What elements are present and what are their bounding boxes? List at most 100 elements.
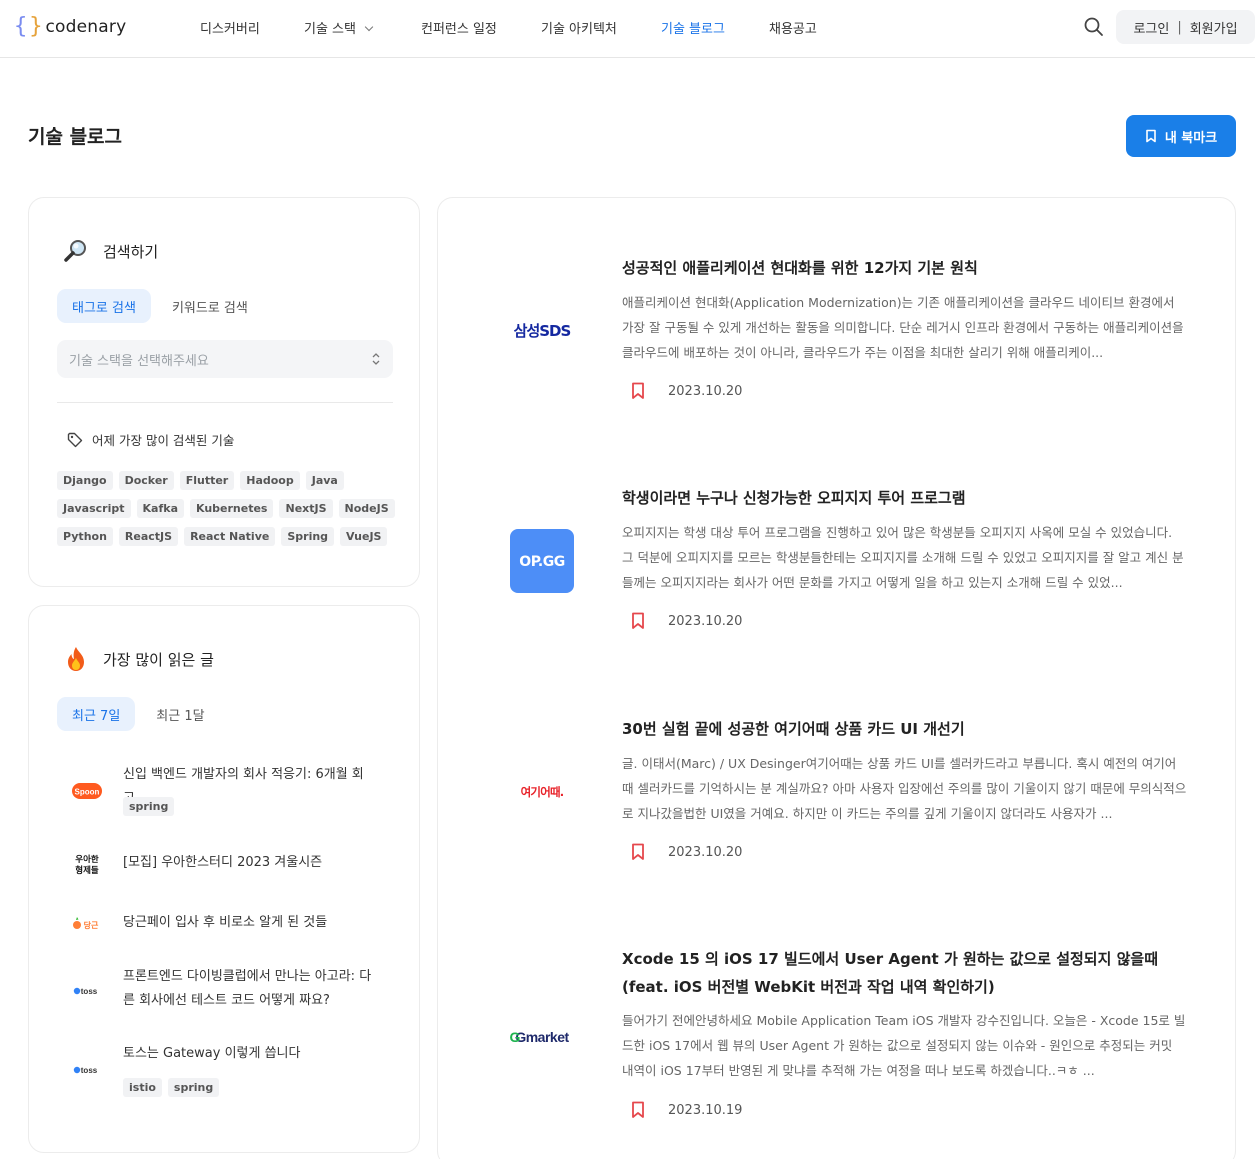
popular-post-item[interactable]: 우아한 형제들 [모집] 우아한스터디 2023 겨울시즌 [57,849,397,879]
popular-post-item[interactable]: 당근 당근페이 입사 후 비로소 알게 된 것들 [57,909,397,939]
post-description: 오피지지는 학생 대상 투어 프로그램을 진행하고 있어 많은 학생분들 오피지… [622,525,1184,590]
post-title[interactable]: 30번 실험 끝에 성공한 여기어때 상품 카드 UI 개선기 [622,715,1187,743]
search-divider [57,402,393,403]
opgg-logo: OP.GG [508,529,576,593]
tag-row-3: Python ReactJS React Native Spring VueJS [57,527,393,546]
tag-chip[interactable]: Kafka [136,499,184,518]
my-bookmark-label: 내 북마크 [1164,130,1218,146]
blog-post-card[interactable]: Gmarket G Xcode 15 의 iOS 17 빌드에서 User Age… [438,945,1237,1135]
tag-chip[interactable]: Python [57,527,113,546]
blog-feed: 삼성SDS 성공적인 애플리케이션 현대화를 위한 12가지 기본 원칙 애플리… [437,197,1236,1159]
tab-last-1-month[interactable]: 최근 1달 [141,697,219,731]
tag-chip[interactable]: NodeJS [338,499,395,518]
toss-logo-text: toss [81,1066,98,1075]
yesterday-top-tech-title: 어제 가장 많이 검색된 기술 [92,433,235,448]
tag-chip[interactable]: VueJS [340,527,388,546]
signup-button[interactable]: 회원가입 [1190,18,1238,37]
auth-buttons: 로그인 | 회원가입 [1116,10,1255,44]
period-tabs: 최근 7일 최근 1달 [57,697,226,731]
tag-chip[interactable]: Flutter [179,471,235,490]
tag-chip[interactable]: Kubernetes [190,499,274,518]
tab-keyword-search[interactable]: 키워드로 검색 [157,289,263,323]
nav-architecture[interactable]: 기술 아키텍처 [541,18,617,37]
tag-chip[interactable]: Java [305,471,344,490]
nav-tech-stack[interactable]: 기술 스택 [304,18,374,37]
tag-chip[interactable]: NextJS [279,499,333,518]
tag-chip[interactable]: Spring [281,527,335,546]
tab-last-7-days[interactable]: 최근 7일 [57,697,136,731]
blog-post-card[interactable]: OP.GG 학생이라면 누구나 신청가능한 오피지지 투어 프로그램 오피지지는… [438,484,1237,644]
woowahan-logo-text-2: 형제들 [75,865,99,876]
popular-post-tags: spring [123,797,180,816]
popular-post-item[interactable]: Spoon 신입 백엔드 개발자의 회사 적응기: 6개월 회고 spring [57,763,397,823]
tab-tag-search[interactable]: 태그로 검색 [57,289,151,323]
tag-row-2: Javascript Kafka Kubernetes NextJS NodeJ… [57,499,401,518]
blog-post-card[interactable]: 삼성SDS 성공적인 애플리케이션 현대화를 위한 12가지 기본 원칙 애플리… [438,254,1237,414]
bookmark-icon[interactable] [630,382,646,400]
nav-jobs[interactable]: 채용공고 [769,18,817,37]
bookmark-icon [1146,129,1156,143]
post-description: 들어가기 전에안녕하세요 Mobile Application Team iOS… [622,1013,1186,1078]
bookmark-icon[interactable] [630,843,646,861]
bookmark-icon[interactable] [630,1101,646,1119]
post-description: 글. 이태서(Marc) / UX Desinger여기어때는 상품 카드 UI… [622,756,1187,821]
post-meta: 2023.10.19 [630,1101,742,1119]
select-updown-icon [372,353,380,365]
tech-stack-select[interactable]: 기술 스택을 선택해주세요 [57,340,393,378]
search-tabs: 태그로 검색 키워드로 검색 [57,289,269,323]
tag-icon [67,432,83,447]
popular-panel-title: 가장 많이 읽은 글 [103,650,214,669]
post-description: 애플리케이션 현대화(Application Modernization)는 기… [622,295,1184,360]
gmarket-logo-g: G [510,1029,521,1045]
danggeun-logo-text: 당근 [84,920,99,930]
bookmark-icon[interactable] [630,612,646,630]
popular-posts-panel: 가장 많이 읽은 글 최근 7일 최근 1달 Spoon 신입 백엔드 개발자의… [28,605,420,1153]
tech-stack-select-placeholder: 기술 스택을 선택해주세요 [69,353,209,369]
post-date: 2023.10.20 [668,844,743,860]
my-bookmark-button[interactable]: 내 북마크 [1126,115,1236,157]
tag-chip[interactable]: istio [123,1078,162,1097]
post-date: 2023.10.19 [668,1102,743,1118]
tag-chip[interactable]: Django [57,471,113,490]
popular-post-title: 당근페이 입사 후 비로소 알게 된 것들 [123,915,328,930]
tag-chip[interactable]: Docker [118,471,174,490]
codenary-logo[interactable]: { } codenary [14,13,126,41]
search-icon[interactable] [1082,15,1106,39]
post-title[interactable]: 성공적인 애플리케이션 현대화를 위한 12가지 기본 원칙 [622,254,1187,282]
post-title[interactable]: 학생이라면 누구나 신청가능한 오피지지 투어 프로그램 [622,484,1187,512]
popular-post-tags: istio spring [123,1078,225,1097]
tag-chip[interactable]: React Native [184,527,276,546]
magnifier-emoji-icon [63,238,89,264]
popular-post-item[interactable]: toss 토스는 Gateway 이렇게 씁니다 istio spring [57,1042,397,1102]
samsung-sds-logo-text: 삼성SDS [514,322,571,340]
post-meta: 2023.10.20 [630,843,742,861]
gmarket-logo: Gmarket G [508,1021,576,1053]
toss-logo: toss [57,979,117,1003]
yeogieottae-logo: 여기어때. [508,775,576,807]
top-nav-bar: { } codenary 디스커버리 기술 스택 컨퍼런스 일정 기술 아키텍처… [0,0,1255,58]
woowahan-logo-text-1: 우아한 [75,854,99,865]
tag-chip[interactable]: ReactJS [118,527,179,546]
post-date: 2023.10.20 [668,613,743,629]
woowahan-logo: 우아한 형제들 [57,849,117,879]
tag-chip[interactable]: Javascript [57,499,131,518]
tag-chip[interactable]: spring [167,1078,220,1097]
login-button[interactable]: 로그인 [1133,18,1169,37]
nav-conference[interactable]: 컨퍼런스 일정 [421,18,497,37]
tag-chip[interactable]: Hadoop [240,471,300,490]
tag-row-1: Django Docker Flutter Hadoop Java [57,471,350,490]
tag-chip[interactable]: spring [123,797,175,816]
nav-tech-blog[interactable]: 기술 블로그 [661,18,725,37]
nav-discovery[interactable]: 디스커버리 [200,18,260,37]
spoon-logo-text: Spoon [75,788,100,797]
search-panel-header: 검색하기 [63,238,158,264]
samsung-sds-logo: 삼성SDS [508,314,576,346]
popular-post-item[interactable]: toss 프론트엔드 다이빙클럽에서 만나는 아고라: 다른 회사에선 테스트 … [57,965,397,1017]
spoon-logo: Spoon [57,779,117,803]
search-panel: 검색하기 태그로 검색 키워드로 검색 기술 스택을 선택해주세요 어제 가장 … [28,197,420,587]
logo-brace-close: } [29,14,43,39]
logo-text: codenary [45,17,127,37]
popular-post-title: 토스는 Gateway 이렇게 씁니다 [123,1046,301,1061]
post-title[interactable]: Xcode 15 의 iOS 17 빌드에서 User Agent 가 원하는 … [622,945,1187,1001]
blog-post-card[interactable]: 여기어때. 30번 실험 끝에 성공한 여기어때 상품 카드 UI 개선기 글.… [438,715,1237,875]
